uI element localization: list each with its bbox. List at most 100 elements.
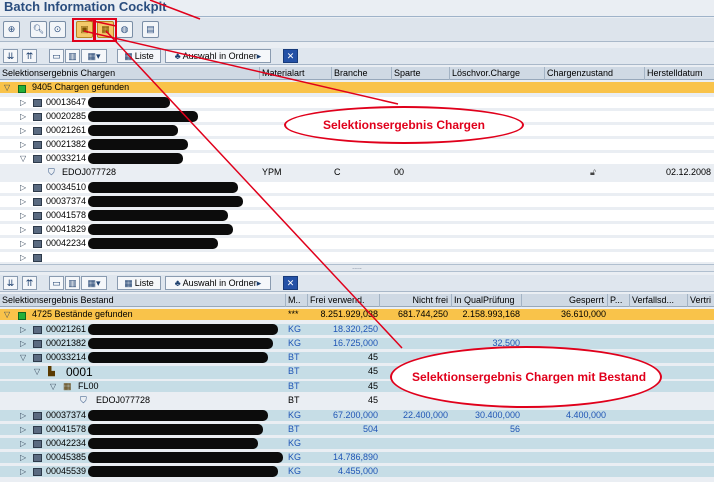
redaction-blob (88, 224, 233, 235)
table-row[interactable]: ▷ 00045539 KG 4.455,000 (0, 466, 714, 477)
expand-node-icon[interactable]: ▷ (20, 466, 26, 477)
expand-node-icon[interactable]: ▷ (20, 238, 26, 249)
table-row[interactable]: ▷ 00041829 (0, 224, 714, 235)
col-header-selection[interactable]: Selektionsergebnis Bestand (0, 294, 286, 307)
table-row[interactable]: ▷ 00045385 KG 14.786,890 (0, 452, 714, 463)
collapse-node-icon[interactable]: ▽ (34, 366, 40, 377)
col-header-frei[interactable]: Frei verwend. (308, 294, 380, 307)
table-row[interactable]: ▷ 00042234 (0, 238, 714, 249)
batch-detail-row[interactable]: ⛉ EDOJ077728 YPM C 00 🔓︎ 02.12.2008 (0, 167, 714, 180)
col-header-gesperrt[interactable]: Gesperrt (522, 294, 608, 307)
expand-node-icon[interactable]: ▷ (20, 210, 26, 221)
col-header-nichtfrei[interactable]: Nicht frei (380, 294, 452, 307)
redaction-blob (88, 153, 183, 164)
expand-node-icon[interactable]: ▷ (20, 182, 26, 193)
table-row[interactable]: ▷ 00034510 (0, 182, 714, 193)
auswahl-in-ordner-button[interactable]: ♣ Auswahl in Ordner ▸ (165, 49, 271, 63)
globe-button[interactable]: ◍ (116, 21, 133, 38)
details-button[interactable]: ▥ (65, 49, 80, 63)
collapse-all-button[interactable]: ⇈ (22, 276, 37, 290)
expand-node-icon[interactable]: ▷ (20, 452, 26, 463)
unit: KG (288, 466, 302, 476)
batch-icon (33, 411, 42, 420)
layout-dropdown-button[interactable]: ▦▾ (81, 276, 107, 290)
close-grid-button[interactable]: ✕ (283, 49, 298, 63)
expand-all-button[interactable]: ⇊ (3, 49, 18, 63)
find-button[interactable]: 🔍︎ (30, 21, 47, 38)
table-row[interactable]: ▷ 00042234 KG (0, 438, 714, 449)
redaction-blob (88, 466, 278, 477)
lower-summary-row[interactable]: ▽ 4725 Bestände gefunden *** 8.251.929,0… (0, 309, 714, 320)
liste-button[interactable]: ▦ Liste (117, 49, 161, 63)
collapse-all-button[interactable]: ⇈ (22, 49, 37, 63)
col-header-vertrieb[interactable]: Vertri (688, 294, 714, 307)
auswahl-in-ordner-button[interactable]: ♣ Auswahl in Ordner ▸ (165, 276, 271, 290)
batch-stock-button[interactable]: ▦ (97, 21, 114, 38)
batch-selection-button[interactable]: ▣ (76, 21, 93, 38)
find-next-button[interactable]: ⊙ (49, 21, 66, 38)
unit: BT (288, 395, 300, 405)
col-header-chargenzustand[interactable]: Chargenzustand (545, 67, 645, 80)
col-header-unit[interactable]: M.. (286, 294, 308, 307)
table-row[interactable]: ▷ 00013647 (0, 97, 714, 108)
print-icon: ▭ (52, 277, 61, 288)
expand-node-icon[interactable]: ▷ (20, 424, 26, 435)
col-header-sparte[interactable]: Sparte (392, 67, 450, 80)
col-header-branche[interactable]: Branche (332, 67, 392, 80)
col-header-selection[interactable]: Selektionsergebnis Chargen (0, 67, 260, 80)
expand-node-icon[interactable]: ▷ (20, 338, 26, 349)
title-divider (0, 16, 714, 17)
col-header-verfall[interactable]: Verfallsd... (630, 294, 688, 307)
table-row-partial[interactable]: ▷ (0, 252, 714, 262)
liste-button[interactable]: ▦ Liste (117, 276, 161, 290)
table-row[interactable]: ▷ 00041578 (0, 210, 714, 221)
table-row[interactable]: ▷ 00037374 (0, 196, 714, 207)
table-row[interactable]: ▷ 00021382 KG 16.725,000 32,500 (0, 338, 714, 349)
table-row[interactable]: ▷ 00037374 KG 67.200,000 22.400,000 30.4… (0, 410, 714, 421)
collapse-node-icon[interactable]: ▽ (4, 309, 10, 320)
execute-button[interactable]: ⊕ (3, 21, 20, 38)
detail-batch-id: EDOJ077728 (62, 167, 117, 177)
expand-node-icon[interactable]: ▷ (20, 196, 26, 207)
batch-icon (33, 239, 42, 248)
col-header-loeschvor[interactable]: Löschvor.Charge (450, 67, 545, 80)
upper-summary-row[interactable]: ▽ 9405 Chargen gefunden (0, 82, 714, 93)
batch-icon (33, 154, 42, 163)
table-row[interactable]: ▷ 00041578 BT 504 56 (0, 424, 714, 435)
table-row[interactable]: ▷ 00021261 KG 18.320,250 (0, 324, 714, 335)
col-header-herstelldatum[interactable]: Herstelldatum (645, 67, 714, 80)
batch-id: 00042234 (46, 238, 87, 248)
expand-node-icon[interactable]: ▷ (20, 410, 26, 421)
layout-dropdown-button[interactable]: ▦▾ (81, 49, 107, 63)
col-header-qual[interactable]: In QualPrüfung (452, 294, 522, 307)
expand-node-icon[interactable]: ▷ (20, 111, 26, 122)
expand-all-button[interactable]: ⇊ (3, 276, 18, 290)
details-button[interactable]: ▥ (65, 276, 80, 290)
expand-node-icon[interactable]: ▷ (20, 125, 26, 136)
expand-node-icon[interactable]: ▷ (20, 438, 26, 449)
collapse-node-icon[interactable]: ▽ (20, 352, 26, 363)
print-icon: ▭ (52, 50, 61, 61)
pane-splitter[interactable]: ..... (0, 264, 714, 272)
close-grid-button[interactable]: ✕ (283, 276, 298, 290)
batch-icon (33, 126, 42, 135)
expand-node-icon[interactable]: ▷ (20, 252, 26, 263)
expand-node-icon[interactable]: ▷ (20, 224, 26, 235)
redaction-blob (88, 111, 198, 122)
col-header-materialart[interactable]: Materialart (260, 67, 332, 80)
print-button[interactable]: ▭ (49, 276, 64, 290)
collapse-node-icon[interactable]: ▽ (4, 82, 10, 93)
expand-node-icon[interactable]: ▷ (20, 139, 26, 150)
dropdown-icon: ▸ (256, 277, 262, 288)
collapse-node-icon[interactable]: ▽ (20, 153, 26, 164)
collapse-node-icon[interactable]: ▽ (50, 381, 56, 392)
expand-node-icon[interactable]: ▷ (20, 97, 26, 108)
expand-node-icon[interactable]: ▷ (20, 324, 26, 335)
table-row[interactable]: ▽ 00033214 (0, 153, 714, 164)
layout-button[interactable]: ▤ (142, 21, 159, 38)
batch-icon: ▣ (80, 24, 89, 34)
col-header-p[interactable]: P... (608, 294, 630, 307)
summary-nichtfrei: 681.744,250 (397, 309, 448, 319)
print-button[interactable]: ▭ (49, 49, 64, 63)
batch-icon (33, 453, 42, 462)
